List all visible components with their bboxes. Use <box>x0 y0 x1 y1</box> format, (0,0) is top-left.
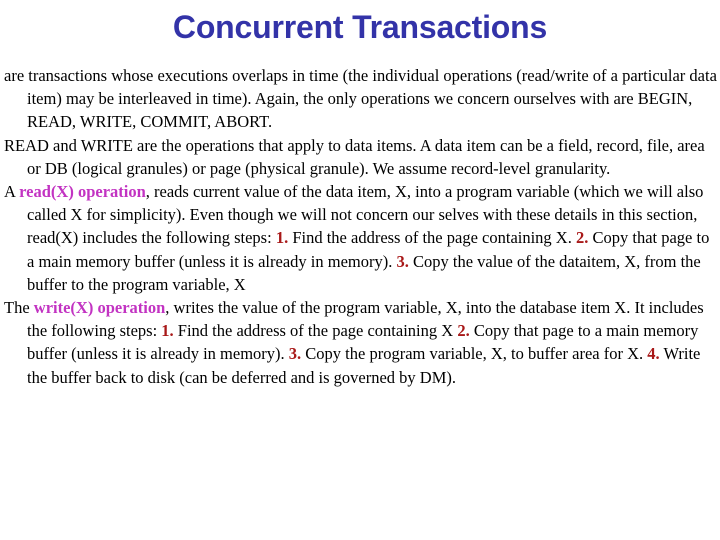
paragraph-write-operation: The write(X) operation, writes the value… <box>4 296 718 389</box>
write-operation-term: write(X) operation <box>33 298 166 318</box>
paragraph-read-write-ops: READ and WRITE are the operations that a… <box>4 134 718 180</box>
paragraph-read-operation: A read(X) operation, reads current value… <box>4 180 718 296</box>
paragraph-read-write-ops-text: READ and WRITE are the operations that a… <box>4 135 705 178</box>
read-para-lead: A <box>4 182 20 202</box>
read-step-number-3: 3. <box>396 251 409 271</box>
read-step-number-1: 1. <box>275 228 289 248</box>
paragraph-definition-text: are transactions whose executions overla… <box>4 66 717 132</box>
read-operation-term: read(X) operation <box>19 182 146 202</box>
write-step-number-4: 4. <box>647 344 660 364</box>
read-para-segment-2: Find the address of the page containing … <box>288 228 576 248</box>
read-step-number-2: 2. <box>575 228 589 248</box>
slide-body: are transactions whose executions overla… <box>4 64 718 389</box>
paragraph-definition: are transactions whose executions overla… <box>4 64 718 134</box>
write-para-segment-4: Copy the program variable, X, to buffer … <box>301 344 648 364</box>
write-step-number-2: 2. <box>457 321 470 341</box>
write-para-segment-2: Find the address of the page containing … <box>173 321 458 341</box>
write-step-number-1: 1. <box>161 321 174 341</box>
slide-title: Concurrent Transactions <box>172 9 548 45</box>
slide: Concurrent Transactions are transactions… <box>0 0 720 540</box>
write-para-lead: The <box>4 298 34 318</box>
write-step-number-3: 3. <box>288 344 302 364</box>
